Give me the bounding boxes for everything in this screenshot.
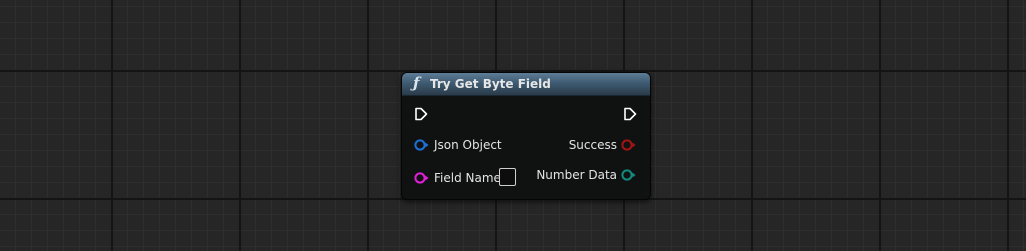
try-get-byte-field-node[interactable]: ƒ Try Get Byte Field Json Object Field N…	[401, 72, 651, 200]
exec-output-pin-icon[interactable]	[623, 107, 637, 121]
number-data-label: Number Data	[536, 168, 617, 182]
field-name-label: Field Name	[434, 171, 501, 185]
success-label: Success	[568, 138, 617, 152]
node-header[interactable]: ƒ Try Get Byte Field	[402, 73, 650, 96]
number-data-pin-icon[interactable]	[621, 169, 636, 181]
blueprint-graph-canvas[interactable]: ƒ Try Get Byte Field Json Object Field N…	[0, 0, 1026, 251]
json-object-pin-icon[interactable]	[414, 139, 429, 151]
node-title: Try Get Byte Field	[430, 77, 551, 91]
field-name-pin-icon[interactable]	[414, 172, 429, 184]
json-object-label: Json Object	[434, 138, 502, 152]
field-name-input[interactable]	[499, 168, 516, 186]
exec-input-pin-icon[interactable]	[414, 107, 428, 121]
function-icon: ƒ	[413, 74, 420, 92]
success-pin-icon[interactable]	[621, 139, 636, 151]
